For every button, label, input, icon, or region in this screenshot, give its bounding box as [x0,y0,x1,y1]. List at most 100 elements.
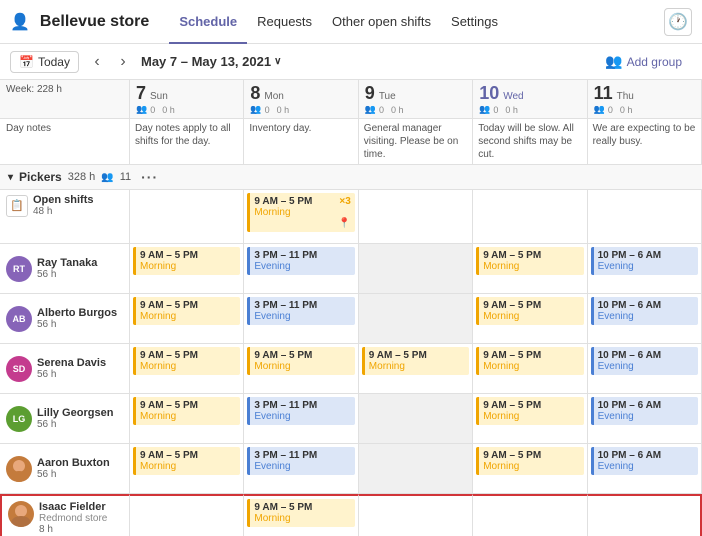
day-note-mon: Inventory day. [244,119,358,165]
day-note-wed: Today will be slow. All second shifts ma… [473,119,587,165]
add-group-button[interactable]: 👥 Add group [595,49,692,74]
ray-mon[interactable]: 3 PM – 11 PM Evening [244,244,358,294]
emp-name-lilly: Lilly Georgsen [37,407,113,419]
alberto-wed[interactable]: 9 AM – 5 PM Morning [473,294,587,344]
chevron-down-icon: ∨ [274,56,281,67]
serena-mon[interactable]: 9 AM – 5 PM Morning [244,344,358,394]
emp-hours-aaron: 56 h [37,469,110,480]
emp-name-aaron: Aaron Buxton [37,457,110,469]
alberto-tue [359,294,473,344]
day-name-mon: Mon [264,91,283,102]
day-number-9: 9 [365,83,375,104]
group-name: Pickers [19,170,62,184]
nav-item-settings[interactable]: Settings [441,0,508,44]
top-bar: 👤 Bellevue store Schedule Requests Other… [0,0,702,44]
group-menu-icon[interactable]: ··· [141,169,158,185]
isaac-thu [588,494,702,536]
day-number-10: 10 [479,83,499,104]
day-notes-label: Day notes [0,119,130,165]
isaac-tue [359,494,473,536]
group-hours: 328 h [68,171,96,183]
day-number-8: 8 [250,83,260,104]
open-shifts-thu [588,190,702,244]
group-members-icon: 👥 [101,172,113,183]
serena-thu[interactable]: 10 PM – 6 AM Evening [588,344,702,394]
emp-alberto-label: AB Alberto Burgos 56 h [0,294,130,344]
lilly-mon[interactable]: 3 PM – 11 PM Evening [244,394,358,444]
open-shift-count: ×3 [339,196,350,207]
lilly-thu[interactable]: 10 PM – 6 AM Evening [588,394,702,444]
open-shift-time: 9 AM – 5 PM [254,196,312,207]
alberto-thu[interactable]: 10 PM – 6 AM Evening [588,294,702,344]
emp-name-ray: Ray Tanaka [37,257,97,269]
next-arrow[interactable]: › [111,50,135,74]
emp-store-isaac: Redmond store [39,513,107,524]
open-shift-type: Morning [254,207,350,218]
day-number-11: 11 [594,83,613,104]
nav-item-open-shifts[interactable]: Other open shifts [322,0,441,44]
day-number-7: 7 [136,83,146,104]
avatar-isaac [8,501,34,527]
open-shifts-sun [130,190,244,244]
emp-serena-label: SD Serena Davis 56 h [0,344,130,394]
hamburger-icon[interactable]: 👤 [10,12,30,32]
app-container: 👤 Bellevue store Schedule Requests Other… [0,0,702,536]
date-range[interactable]: May 7 – May 13, 2021 ∨ [141,54,281,69]
emp-aaron-label: Aaron Buxton 56 h [0,444,130,494]
ray-wed[interactable]: 9 AM – 5 PM Morning [473,244,587,294]
avatar-ray: RT [6,256,32,282]
day-header-wed: 10 Wed 👥0 0 h [473,80,587,119]
emp-hours-lilly: 56 h [37,419,113,430]
open-shifts-mon[interactable]: 9 AM – 5 PM ×3 Morning 📍 [244,190,358,244]
day-header-thu: 11 Thu 👥0 0 h [588,80,702,119]
today-button[interactable]: 📅 Today [10,51,79,73]
day-note-thu: We are expecting to be really busy. [588,119,702,165]
emp-ray-label: RT Ray Tanaka 56 h [0,244,130,294]
serena-sun[interactable]: 9 AM – 5 PM Morning [130,344,244,394]
nav-item-requests[interactable]: Requests [247,0,322,44]
emp-isaac-label: Isaac Fielder Redmond store 8 h [0,494,130,536]
emp-name-isaac: Isaac Fielder [39,501,107,513]
ray-tue [359,244,473,294]
emp-lilly-label: LG Lilly Georgsen 56 h [0,394,130,444]
isaac-sun [130,494,244,536]
isaac-wed [473,494,587,536]
schedule-grid: Week: 228 h 7 Sun 👥0 0 h 8 Mon 👥0 0 h [0,80,702,536]
open-shifts-hours: 48 h [33,206,94,217]
emp-name-alberto: Alberto Burgos [37,307,117,319]
ray-thu[interactable]: 10 PM – 6 AM Evening [588,244,702,294]
aaron-thu[interactable]: 10 PM – 6 AM Evening [588,444,702,494]
week-label-cell: Week: 228 h [0,80,130,119]
emp-hours-ray: 56 h [37,269,97,280]
day-header-tue: 9 Tue 👥0 0 h [359,80,473,119]
day-name-thu: Thu [617,91,634,102]
avatar-alberto: AB [6,306,32,332]
aaron-tue [359,444,473,494]
ray-sun[interactable]: 9 AM – 5 PM Morning [130,244,244,294]
group-header: ▾ Pickers 328 h 👥 11 ··· [0,165,702,190]
lilly-wed[interactable]: 9 AM – 5 PM Morning [473,394,587,444]
aaron-wed[interactable]: 9 AM – 5 PM Morning [473,444,587,494]
serena-tue[interactable]: 9 AM – 5 PM Morning [359,344,473,394]
group-members: 11 [120,171,131,183]
group-expand-icon[interactable]: ▾ [8,172,13,183]
emp-hours-serena: 56 h [37,369,106,380]
nav-item-schedule[interactable]: Schedule [169,0,247,44]
emp-hours-alberto: 56 h [37,319,117,330]
open-shifts-title: Open shifts [33,194,94,206]
prev-arrow[interactable]: ‹ [85,50,109,74]
day-name-wed: Wed [503,91,523,102]
day-header-sun: 7 Sun 👥0 0 h [130,80,244,119]
avatar-lilly: LG [6,406,32,432]
open-shifts-wed [473,190,587,244]
aaron-sun[interactable]: 9 AM – 5 PM Morning [130,444,244,494]
open-shifts-tue [359,190,473,244]
day-note-tue: General manager visiting. Please be on t… [359,119,473,165]
serena-wed[interactable]: 9 AM – 5 PM Morning [473,344,587,394]
alberto-sun[interactable]: 9 AM – 5 PM Morning [130,294,244,344]
history-icon[interactable]: 🕐 [664,8,692,36]
isaac-mon[interactable]: 9 AM – 5 PM Morning [244,494,358,536]
lilly-sun[interactable]: 9 AM – 5 PM Morning [130,394,244,444]
alberto-mon[interactable]: 3 PM – 11 PM Evening [244,294,358,344]
aaron-mon[interactable]: 3 PM – 11 PM Evening [244,444,358,494]
